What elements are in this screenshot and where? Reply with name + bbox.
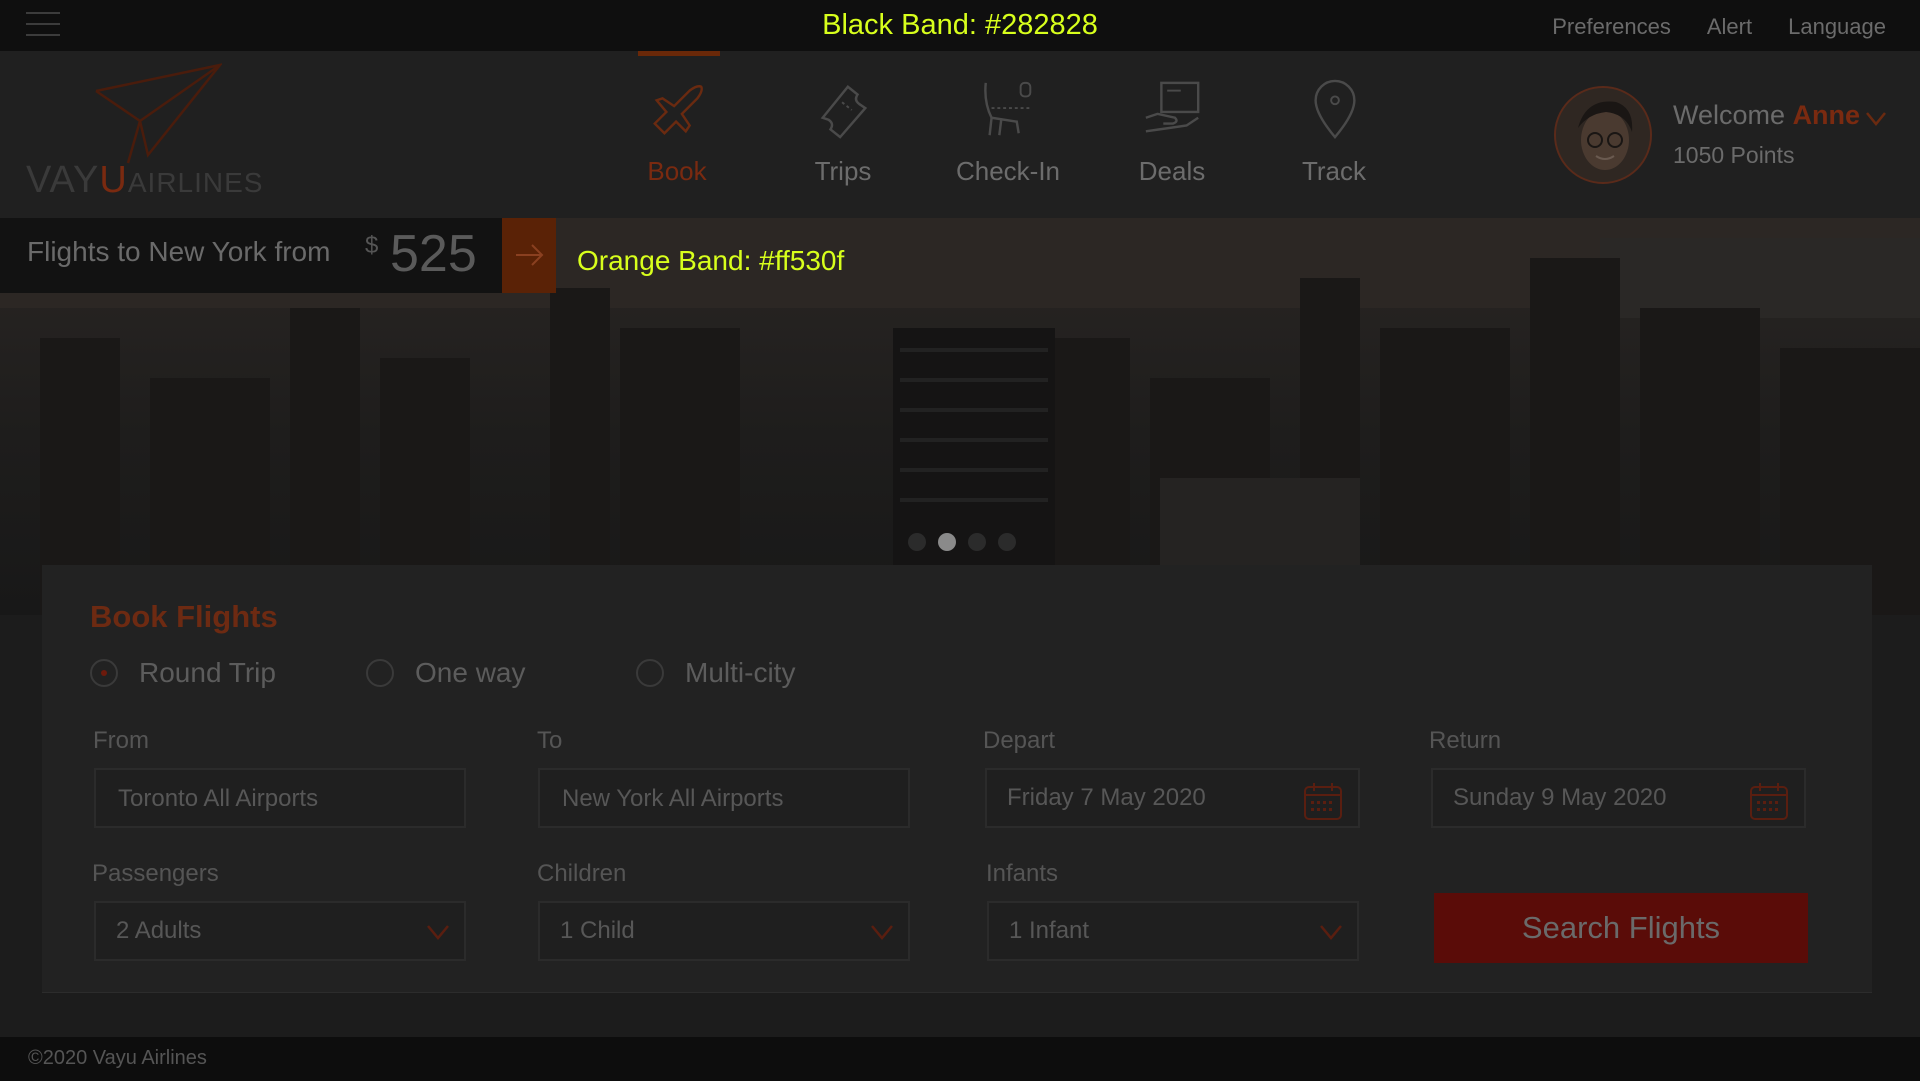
location-pin-icon (1314, 79, 1356, 140)
active-nav-indicator (638, 51, 720, 56)
from-field[interactable] (94, 768, 466, 828)
promo-price: 525 (390, 225, 477, 283)
user-name: Anne (1792, 100, 1861, 130)
children-value: 1 Child (560, 917, 635, 944)
nav-track[interactable]: Track (1259, 51, 1409, 211)
return-date-field[interactable]: Sunday 9 May 2020 (1431, 768, 1806, 828)
promo-text: Flights to New York from (27, 236, 331, 267)
alert-link[interactable]: Alert (1707, 14, 1752, 40)
nav-label-book: Book (647, 156, 707, 186)
children-label: Children (537, 860, 627, 887)
logo-wordmark: VAYUAIRLINES (26, 159, 264, 201)
radio-multi-city[interactable]: Multi-city (636, 657, 795, 689)
calendar-icon[interactable] (1748, 780, 1790, 822)
to-label: To (537, 727, 563, 754)
nav-check-in[interactable]: Check-In (933, 51, 1083, 211)
hand-card-icon (1145, 81, 1200, 133)
nav-label-deals: Deals (1138, 156, 1206, 186)
radio-button-selected (90, 659, 118, 687)
infants-value: 1 Infant (1009, 917, 1090, 944)
radio-button (366, 659, 394, 687)
nav-book[interactable]: Book (602, 51, 752, 211)
carousel-dot-1[interactable] (908, 533, 926, 551)
promo-bar: Flights to New York from $ 525 (0, 218, 502, 293)
from-input[interactable] (116, 784, 416, 814)
orange-band-label: Orange Band: #ff530f (577, 245, 845, 276)
top-bar: Black Band: #282828 Preferences Alert La… (0, 0, 1920, 51)
nav-deals[interactable]: Deals (1097, 51, 1247, 211)
search-flights-button[interactable]: Search Flights (1434, 893, 1808, 963)
preferences-link[interactable]: Preferences (1552, 14, 1671, 40)
calendar-icon[interactable] (1302, 780, 1344, 822)
ticket-icon (820, 85, 868, 139)
from-label: From (93, 727, 149, 754)
welcome-text: Welcome Anne (1673, 100, 1861, 130)
passengers-select[interactable]: 2 Adults (94, 901, 466, 961)
depart-label: Depart (983, 727, 1056, 754)
site-header: VAYUAIRLINES Book Trips Check-In Deals T… (0, 51, 1920, 218)
hero-banner: Flights to New York from $ 525 Orange Ba… (0, 218, 1920, 615)
nav-label-trips: Trips (814, 156, 872, 186)
chevron-down-icon[interactable] (1864, 109, 1888, 127)
carousel-dot-4[interactable] (998, 533, 1016, 551)
return-date-value: Sunday 9 May 2020 (1453, 784, 1667, 811)
arrow-right-icon (516, 244, 544, 266)
infants-select[interactable]: 1 Infant (987, 901, 1359, 961)
to-input[interactable] (560, 784, 860, 814)
nav-trips[interactable]: Trips (768, 51, 918, 211)
return-label: Return (1429, 727, 1502, 754)
carousel-dots (908, 533, 1016, 551)
language-link[interactable]: Language (1788, 14, 1886, 40)
children-select[interactable]: 1 Child (538, 901, 910, 961)
nav-label-check-in: Check-In (955, 156, 1061, 186)
seat-icon (984, 81, 1033, 136)
panel-title: Book Flights (90, 599, 278, 634)
chevron-down-icon (1320, 925, 1342, 940)
to-field[interactable] (538, 768, 910, 828)
book-flights-panel: Book Flights Round Trip One way Multi-ci… (42, 565, 1872, 993)
passengers-value: 2 Adults (116, 917, 202, 944)
infants-label: Infants (986, 860, 1059, 887)
user-points: 1050 Points (1673, 142, 1795, 168)
copyright-text: ©2020 Vayu Airlines (28, 1047, 207, 1069)
radio-button (636, 659, 664, 687)
chevron-down-icon (871, 925, 893, 940)
radio-round-trip[interactable]: Round Trip (90, 657, 276, 689)
footer: ©2020 Vayu Airlines (0, 1037, 1920, 1081)
top-links: Preferences Alert Language (1552, 14, 1886, 40)
carousel-dot-2[interactable] (938, 533, 956, 551)
promo-arrow-button[interactable] (502, 218, 556, 293)
depart-date-field[interactable]: Friday 7 May 2020 (985, 768, 1360, 828)
nav-label-track: Track (1301, 156, 1367, 186)
vayu-logo[interactable]: VAYUAIRLINES (26, 61, 266, 211)
chevron-down-icon (427, 925, 449, 940)
paper-plane-logo-icon (95, 63, 222, 164)
radio-one-way[interactable]: One way (366, 657, 526, 689)
plane-icon (653, 85, 703, 135)
carousel-dot-3[interactable] (968, 533, 986, 551)
passengers-label: Passengers (92, 860, 219, 887)
user-portrait-icon (1556, 88, 1650, 182)
promo-currency: $ (365, 232, 379, 259)
depart-date-value: Friday 7 May 2020 (1007, 784, 1206, 811)
avatar[interactable] (1554, 86, 1652, 184)
